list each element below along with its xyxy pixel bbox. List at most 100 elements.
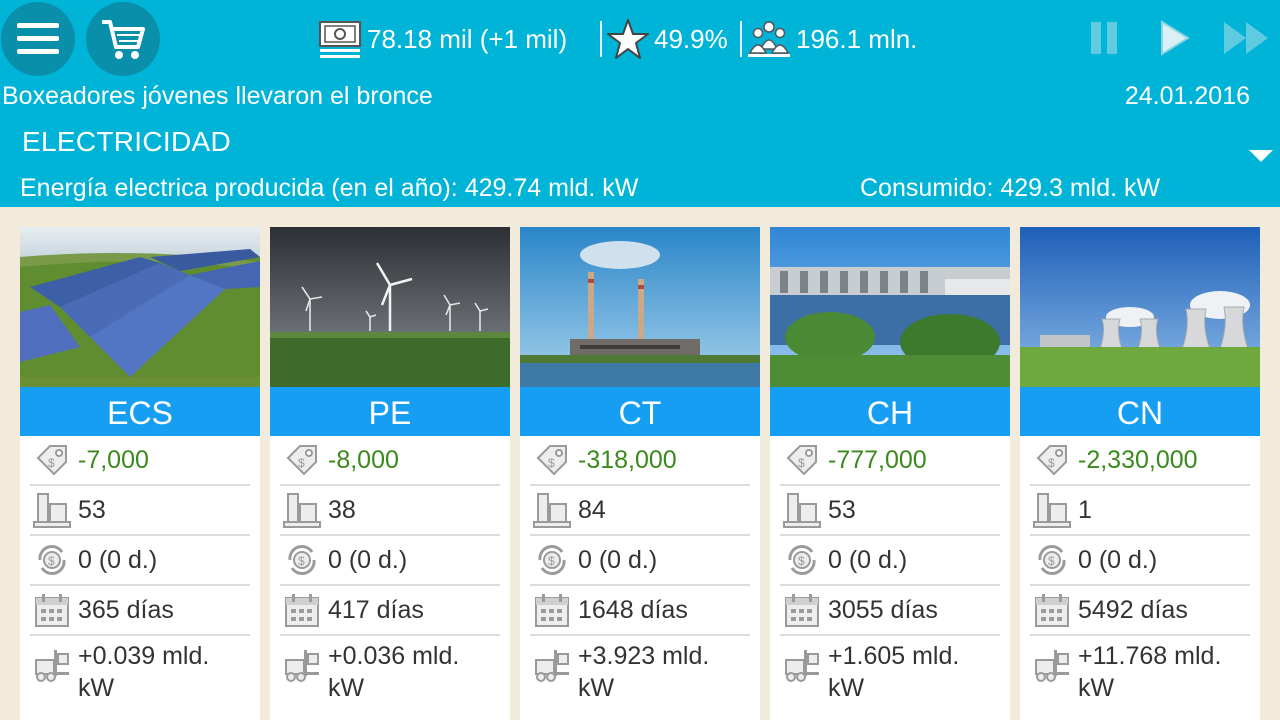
pause-icon[interactable]: [1088, 18, 1122, 58]
count-value: 38: [328, 495, 356, 524]
price-tag-icon: $: [786, 445, 817, 476]
money-cycle-icon: $: [788, 545, 816, 575]
plant-card-cn[interactable]: CN $ -2,330,000 1 $ 0 (0 d.) 5492 días +…: [1020, 227, 1260, 720]
forklift-icon: [35, 650, 69, 682]
output-value: +0.039 mld. kW: [78, 642, 210, 702]
rating-stat[interactable]: 49.9%: [600, 14, 728, 64]
income-value: 0 (0 d.): [78, 545, 158, 574]
income-value: 0 (0 d.): [328, 545, 408, 574]
price-value: -7,000: [78, 445, 149, 474]
price-tag-icon: $: [36, 445, 67, 476]
separator: [600, 21, 602, 57]
income-row: $ 0 (0 d.): [280, 536, 500, 586]
output-value: +3.923 mld. kW: [578, 642, 710, 702]
plant-card-ct[interactable]: CT $ -318,000 84 $ 0 (0 d.) 1648 días +3…: [520, 227, 760, 720]
card-title: PE: [270, 387, 510, 436]
forklift-icon: [1035, 650, 1069, 682]
game-date: 24.01.2016: [1124, 82, 1250, 110]
card-title: CN: [1020, 387, 1260, 436]
days-value: 3055 días: [828, 595, 938, 624]
solar-photo: [20, 227, 260, 387]
output-row: +11.768 mld. kW: [1030, 636, 1250, 720]
price-value: -777,000: [828, 445, 927, 474]
menu-button[interactable]: [1, 2, 75, 76]
calendar-icon: [535, 594, 569, 627]
separator: [740, 21, 742, 57]
shop-button[interactable]: [86, 2, 160, 76]
card-title: CH: [770, 387, 1010, 436]
population-value: 196.1 mln.: [796, 23, 918, 54]
calendar-icon: [35, 594, 69, 627]
section-title: ELECTRICIDAD: [22, 126, 231, 157]
people-icon: [748, 21, 790, 57]
price-tag-icon: $: [536, 445, 567, 476]
days-value: 417 días: [328, 595, 424, 624]
output-row: +0.039 mld. kW: [30, 636, 250, 720]
svg-text:$: $: [548, 456, 555, 470]
days-value: 5492 días: [1078, 595, 1188, 624]
money-cycle-icon: $: [38, 545, 66, 575]
money-cycle-icon: $: [538, 545, 566, 575]
svg-text:$: $: [48, 554, 55, 568]
days-value: 1648 días: [578, 595, 688, 624]
plant-card-ecs[interactable]: ECS $ -7,000 53 $ 0 (0 d.) 365 días +0.0…: [20, 227, 260, 720]
buildings-icon: [783, 493, 821, 528]
price-tag-icon: $: [286, 445, 317, 476]
count-row: 1: [1030, 486, 1250, 536]
news-ticker[interactable]: Boxeadores jóvenes llevaron el bronce: [2, 82, 433, 111]
money-icon: [319, 21, 361, 58]
buildings-icon: [533, 493, 571, 528]
income-row: $ 0 (0 d.): [780, 536, 1000, 586]
buildings-icon: [283, 493, 321, 528]
price-row: $ -8,000: [280, 436, 500, 486]
top-bar: 78.18 mil (+1 mil) 49.9% 196.1 mln. Boxe…: [0, 0, 1280, 207]
svg-text:$: $: [548, 554, 555, 568]
cart-icon: [102, 20, 145, 59]
svg-text:$: $: [48, 456, 55, 470]
days-row: 417 días: [280, 586, 500, 636]
money-cycle-icon: $: [1038, 545, 1066, 575]
plant-card-pe[interactable]: PE $ -8,000 38 $ 0 (0 d.) 417 días +0.03…: [270, 227, 510, 720]
forklift-icon: [285, 650, 319, 682]
income-value: 0 (0 d.): [578, 545, 658, 574]
play-icon[interactable]: [1158, 18, 1192, 58]
card-title: CT: [520, 387, 760, 436]
buildings-icon: [33, 493, 71, 528]
output-row: +0.036 mld. kW: [280, 636, 500, 720]
svg-text:$: $: [798, 554, 805, 568]
money-cycle-icon: $: [288, 545, 316, 575]
income-row: $ 0 (0 d.): [30, 536, 250, 586]
price-tag-icon: $: [1036, 445, 1067, 476]
fast-forward-icon[interactable]: [1222, 18, 1274, 58]
energy-produced: Energía electrica producida (en el año):…: [20, 174, 639, 202]
star-icon: [607, 19, 649, 59]
price-row: $ -318,000: [530, 436, 750, 486]
forklift-icon: [785, 650, 819, 682]
wind-photo: [270, 227, 510, 387]
plant-card-ch[interactable]: CH $ -777,000 53 $ 0 (0 d.) 3055 días +1…: [770, 227, 1010, 720]
price-value: -318,000: [578, 445, 677, 474]
days-row: 5492 días: [1030, 586, 1250, 636]
output-value: +0.036 mld. kW: [328, 642, 460, 702]
income-row: $ 0 (0 d.): [1030, 536, 1250, 586]
forklift-icon: [535, 650, 569, 682]
days-row: 3055 días: [780, 586, 1000, 636]
population-stat[interactable]: 196.1 mln.: [740, 14, 917, 64]
count-value: 53: [828, 495, 856, 524]
count-row: 38: [280, 486, 500, 536]
count-value: 53: [78, 495, 106, 524]
count-value: 1: [1078, 495, 1092, 524]
price-row: $ -7,000: [30, 436, 250, 486]
days-value: 365 días: [78, 595, 174, 624]
output-row: +3.923 mld. kW: [530, 636, 750, 720]
money-value: 78.18 mil (+1 mil): [367, 23, 568, 54]
income-row: $ 0 (0 d.): [530, 536, 750, 586]
output-value: +1.605 mld. kW: [828, 642, 960, 702]
count-value: 84: [578, 495, 606, 524]
price-value: -8,000: [328, 445, 399, 474]
chevron-down-icon[interactable]: [1249, 150, 1273, 162]
energy-consumed: Consumido: 429.3 mld. kW: [860, 174, 1161, 202]
money-stat[interactable]: 78.18 mil (+1 mil): [317, 14, 567, 64]
nuclear-plant-photo: [1020, 227, 1260, 387]
price-row: $ -777,000: [780, 436, 1000, 486]
